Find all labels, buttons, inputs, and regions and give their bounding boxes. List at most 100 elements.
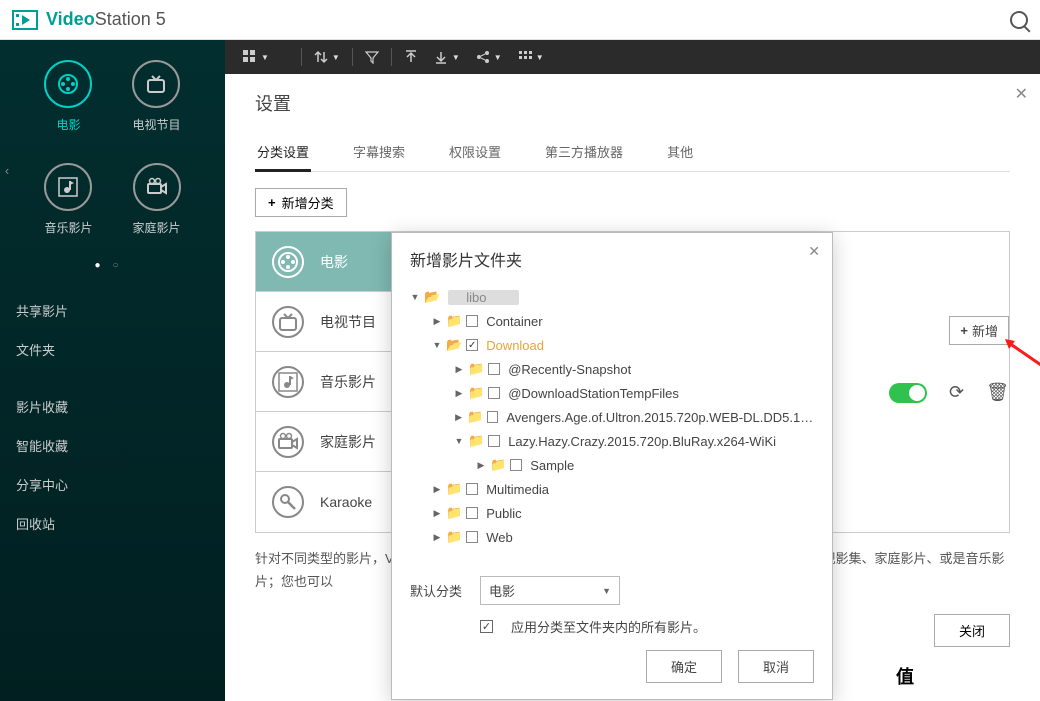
modal-close-button[interactable]: ✕ <box>808 243 820 260</box>
sidebar-list-item-5[interactable]: 回收站 <box>0 504 225 543</box>
apply-checkbox[interactable]: ✓ <box>480 620 493 633</box>
expand-icon[interactable]: ▼ <box>454 436 464 446</box>
folder-icon: 📁 <box>468 361 484 377</box>
folder-icon: 📁 <box>446 313 462 329</box>
tree-node-0[interactable]: ▶📁Container <box>410 309 814 333</box>
sidebar-page-dots[interactable]: ●○ <box>0 256 225 285</box>
settings-close-bottom-button[interactable]: 关闭 <box>934 614 1010 647</box>
tv-icon <box>272 306 304 338</box>
folder-tree: ▼📂libo ▶📁Container▼📂✓Download▶📁@Recently… <box>392 281 832 564</box>
sidebar-list-item-1[interactable]: 文件夹 <box>0 330 225 369</box>
sidebar-list-item-3[interactable]: 智能收藏 <box>0 426 225 465</box>
tree-node-1[interactable]: ▼📂✓Download <box>410 333 814 357</box>
more-apps-button[interactable]: ▼ <box>510 46 552 68</box>
category-label: Karaoke <box>320 494 372 510</box>
sidebar-collapse-button[interactable]: ‹ <box>0 150 14 190</box>
tree-node-8[interactable]: ▶📁Public <box>410 501 814 525</box>
sidebar-list-item-2[interactable]: 影片收藏 <box>0 387 225 426</box>
watermark-badge: 值 <box>888 659 922 693</box>
settings-tab-2[interactable]: 权限设置 <box>447 134 503 171</box>
enable-toggle[interactable] <box>889 383 927 403</box>
search-icon[interactable] <box>1010 11 1028 29</box>
tree-node-5[interactable]: ▼ 📁 Lazy.Hazy.Crazy.2015.720p.BluRay.x264-… <box>410 429 814 453</box>
default-category-select[interactable]: 电影 ▼ <box>480 576 620 605</box>
download-button[interactable]: ▼ <box>426 46 468 68</box>
tree-node-label: @Recently-Snapshot <box>508 362 631 377</box>
sidebar-item-film-reel[interactable]: 电影 <box>44 60 92 133</box>
share-button[interactable]: ▼ <box>468 46 510 68</box>
tree-node-label: Lazy.Hazy.Crazy.2015.720p.BluRay.x264-Wi… <box>508 434 776 449</box>
expand-icon[interactable]: ▶ <box>454 412 463 423</box>
app-logo-text: VideoStation 5 <box>46 9 166 30</box>
content-toolbar: ▼ ▼ ▼ ▼ <box>225 40 1040 74</box>
folder-icon: 📁 <box>468 433 484 449</box>
expand-icon[interactable]: ▼ <box>410 292 420 302</box>
refresh-icon[interactable]: ⟳ <box>949 382 964 403</box>
tree-checkbox[interactable] <box>466 507 478 519</box>
add-folder-label: 新增 <box>972 321 998 340</box>
tree-checkbox[interactable] <box>488 363 500 375</box>
app-header: VideoStation 5 <box>0 0 1040 40</box>
expand-icon[interactable]: ▶ <box>432 532 442 543</box>
category-label: 音乐影片 <box>320 372 376 392</box>
tree-checkbox[interactable] <box>488 435 500 447</box>
folder-icon: 📁 <box>446 481 462 497</box>
delete-icon[interactable]: 🗑 <box>986 382 1009 403</box>
tree-checkbox[interactable]: ✓ <box>466 339 478 351</box>
settings-tab-3[interactable]: 第三方播放器 <box>543 134 625 171</box>
settings-tab-0[interactable]: 分类设置 <box>255 134 311 172</box>
tree-checkbox[interactable] <box>488 387 500 399</box>
expand-icon[interactable]: ▶ <box>432 316 442 327</box>
expand-icon[interactable]: ▼ <box>432 340 442 350</box>
tree-checkbox[interactable] <box>487 411 498 423</box>
category-label: 电视节目 <box>320 312 376 332</box>
tree-checkbox[interactable] <box>466 483 478 495</box>
expand-icon[interactable]: ▶ <box>476 460 486 471</box>
cancel-button[interactable]: 取消 <box>738 650 814 683</box>
add-category-label: 新增分类 <box>282 193 334 212</box>
tree-node-4[interactable]: ▶📁Avengers.Age.of.Ultron.2015.720p.WEB-D… <box>410 405 814 429</box>
sidebar-item-label: 电影 <box>56 116 80 133</box>
tree-node-7[interactable]: ▶📁Multimedia <box>410 477 814 501</box>
category-label: 家庭影片 <box>320 432 376 452</box>
add-folder-button[interactable]: + 新增 <box>949 316 1009 345</box>
upload-button[interactable] <box>396 46 426 68</box>
tree-checkbox[interactable] <box>466 315 478 327</box>
ok-button[interactable]: 确定 <box>646 650 722 683</box>
music-note-icon <box>44 163 92 211</box>
add-category-button[interactable]: + 新增分类 <box>255 188 347 217</box>
expand-icon[interactable]: ▶ <box>454 388 464 399</box>
tree-node-label: Avengers.Age.of.Ultron.2015.720p.WEB-DL.… <box>506 410 814 425</box>
settings-tab-4[interactable]: 其他 <box>665 134 695 171</box>
expand-icon[interactable]: ▶ <box>432 484 442 495</box>
tree-node-label: Download <box>486 338 544 353</box>
tree-node-2[interactable]: ▶ 📁 @Recently-Snapshot <box>410 357 814 381</box>
filter-button[interactable] <box>357 46 387 68</box>
sidebar-list-item-4[interactable]: 分享中心 <box>0 465 225 504</box>
sidebar-item-tv[interactable]: 电视节目 <box>132 60 180 133</box>
tree-node-3[interactable]: ▶📁@DownloadStationTempFiles <box>410 381 814 405</box>
view-grid-button[interactable]: ▼ <box>235 46 277 68</box>
expand-icon[interactable]: ▶ <box>454 364 464 375</box>
sidebar-item-camcorder[interactable]: 家庭影片 <box>133 163 181 236</box>
sidebar-item-music-note[interactable]: 音乐影片 <box>44 163 92 236</box>
tree-node-label: Sample <box>530 458 574 473</box>
tree-root[interactable]: ▼📂libo <box>410 285 814 309</box>
folder-open-icon: 📂 <box>424 289 440 305</box>
default-category-value: 电影 <box>489 581 515 600</box>
expand-icon[interactable]: ▶ <box>432 508 442 519</box>
sidebar-list-item-0[interactable]: 共享影片 <box>0 291 225 330</box>
settings-tab-1[interactable]: 字幕搜索 <box>351 134 407 171</box>
watermark: 值 什么值得买 <box>888 659 1040 693</box>
tree-node-6[interactable]: ▶📁Sample <box>410 453 814 477</box>
settings-close-button[interactable]: ✕ <box>1015 84 1028 104</box>
app-logo-icon <box>12 10 38 30</box>
camcorder-icon <box>272 426 304 458</box>
tree-checkbox[interactable] <box>466 531 478 543</box>
sidebar: ‹ 电影 电视节目音乐影片家庭影片 ●○ 共享影片文件夹影片收藏智能收藏分享中心回… <box>0 40 225 701</box>
tree-checkbox[interactable] <box>510 459 522 471</box>
tree-node-9[interactable]: ▶📁Web <box>410 525 814 549</box>
folder-icon: 📁 <box>446 505 462 521</box>
sort-button[interactable]: ▼ <box>306 46 348 68</box>
default-category-label: 默认分类 <box>410 581 470 600</box>
